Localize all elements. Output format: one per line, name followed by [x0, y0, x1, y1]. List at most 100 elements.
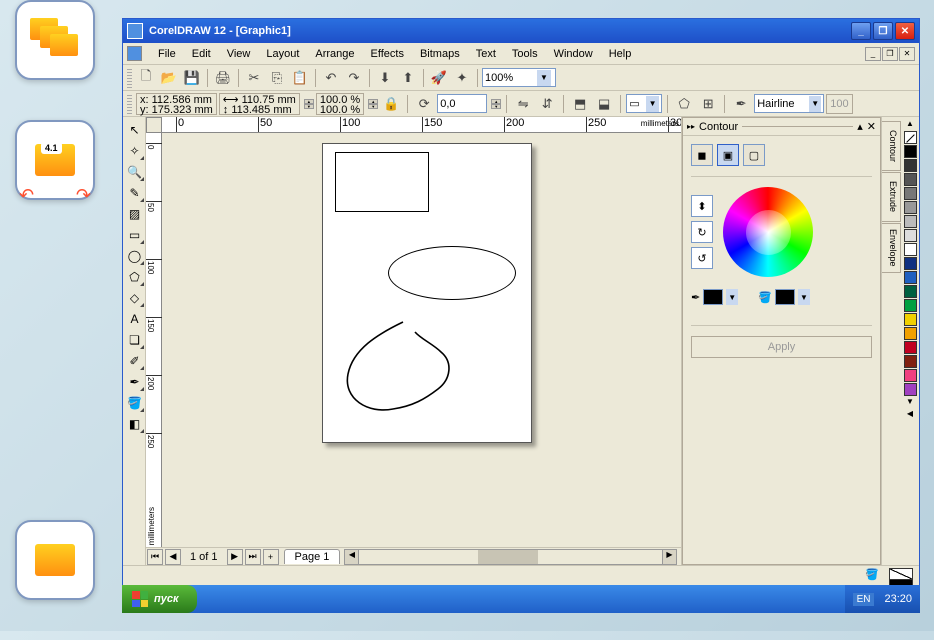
export-button[interactable]: ⬆	[397, 67, 419, 89]
basic-shapes-tool[interactable]: ◇	[124, 287, 145, 308]
palette-swatch[interactable]	[904, 201, 917, 214]
to-back-button[interactable]: ⬓	[593, 93, 615, 115]
rotate-spinner[interactable]: ▲▼	[491, 99, 501, 109]
last-page-button[interactable]: ⏭	[245, 549, 261, 565]
interactive-fill-tool[interactable]: ◧	[124, 413, 145, 434]
next-page-button[interactable]: ▶	[227, 549, 243, 565]
mdi-close-button[interactable]: ✕	[899, 47, 915, 61]
palette-down-button[interactable]: ▼	[906, 397, 914, 408]
palette-swatch[interactable]	[904, 187, 917, 200]
rectangle-tool[interactable]: ▭	[124, 224, 145, 245]
outline-dropdown-icon[interactable]: ▼	[809, 96, 821, 112]
ellipse-tool[interactable]: ◯	[124, 245, 145, 266]
zoom-input[interactable]	[485, 70, 537, 86]
copy-button[interactable]: ⎘	[266, 67, 288, 89]
color-cw-button[interactable]: ↻	[691, 221, 713, 243]
palette-swatch[interactable]	[904, 229, 917, 242]
save-button[interactable]: 💾	[181, 67, 203, 89]
contour-outside-button[interactable]: ▢	[743, 144, 765, 166]
menu-arrange[interactable]: Arrange	[307, 46, 362, 62]
pick-tool[interactable]: ↖	[124, 119, 145, 140]
docker-titlebar[interactable]: ▸▸ Contour ▴ ✕	[683, 118, 880, 136]
color-linear-button[interactable]: ⬍	[691, 195, 713, 217]
fill-tool[interactable]: 🪣	[124, 392, 145, 413]
palette-swatch[interactable]	[904, 271, 917, 284]
contour-inside-button[interactable]: ▣	[717, 144, 739, 166]
lock-ratio-button[interactable]: 🔒	[380, 93, 402, 115]
rectangle-shape[interactable]	[335, 152, 429, 212]
palette-swatch[interactable]	[904, 173, 917, 186]
outline-color-picker[interactable]: ✒ ▼	[691, 289, 738, 305]
shortcut-folders[interactable]	[15, 0, 95, 80]
undo-button[interactable]: ↶	[320, 67, 342, 89]
close-button[interactable]: ✕	[895, 22, 915, 40]
fill-color-picker[interactable]: 🪣 ▼	[758, 289, 810, 305]
prev-page-button[interactable]: ◀	[165, 549, 181, 565]
palette-swatch[interactable]	[904, 215, 917, 228]
outline-tool[interactable]: ✒	[124, 371, 145, 392]
freehand-curve-shape[interactable]	[333, 314, 473, 424]
wrap-combo[interactable]: ▭▼	[626, 94, 662, 113]
palette-flyout-button[interactable]: ◀	[907, 409, 913, 420]
shortcut-lesson[interactable]: 4.1 ↶ ↷	[15, 120, 95, 200]
apply-button[interactable]: Apply	[691, 336, 872, 358]
first-page-button[interactable]: ⏮	[147, 549, 163, 565]
menu-bitmaps[interactable]: Bitmaps	[412, 46, 468, 62]
menu-edit[interactable]: Edit	[184, 46, 219, 62]
palette-swatch[interactable]	[904, 313, 917, 326]
menu-layout[interactable]: Layout	[258, 46, 307, 62]
size-spinner[interactable]: ▲▼	[304, 99, 314, 109]
palette-swatch[interactable]	[904, 299, 917, 312]
page-tab[interactable]: Page 1	[284, 549, 341, 564]
menu-file[interactable]: File	[150, 46, 184, 62]
blend-tool[interactable]: ❏	[124, 329, 145, 350]
to-front-button[interactable]: ⬒	[569, 93, 591, 115]
add-page-button[interactable]: +	[263, 549, 279, 565]
h-scrollbar[interactable]: ◀ ▶	[344, 549, 677, 565]
scroll-left-button[interactable]: ◀	[345, 550, 359, 564]
zoom-dropdown-icon[interactable]: ▼	[537, 70, 551, 86]
palette-swatch[interactable]	[904, 341, 917, 354]
palette-swatch[interactable]	[904, 243, 917, 256]
print-button[interactable]: 🖨	[212, 67, 234, 89]
scale-display[interactable]: 100.0 % 100.0 %	[316, 93, 364, 115]
color-wheel[interactable]	[723, 187, 813, 277]
menu-window[interactable]: Window	[546, 46, 601, 62]
menu-view[interactable]: View	[219, 46, 259, 62]
docker-collapse-button[interactable]: ▴	[857, 120, 863, 133]
color-ccw-button[interactable]: ↺	[691, 247, 713, 269]
cut-button[interactable]: ✂	[243, 67, 265, 89]
scroll-right-button[interactable]: ▶	[662, 550, 676, 564]
menu-help[interactable]: Help	[601, 46, 640, 62]
app-launcher-button[interactable]: 🚀	[428, 67, 450, 89]
corel-online-button[interactable]: ✦	[451, 67, 473, 89]
scroll-thumb[interactable]	[478, 550, 538, 564]
convert-curves-button[interactable]: ⬠	[673, 93, 695, 115]
mdi-icon[interactable]	[127, 46, 142, 61]
import-button[interactable]: ⬇	[374, 67, 396, 89]
canvas-viewport[interactable]	[162, 133, 681, 547]
new-button[interactable]: 🗋	[135, 67, 157, 89]
clock[interactable]: 23:20	[884, 593, 912, 605]
docker-tab-extrude[interactable]: Extrude	[882, 172, 901, 222]
scale-spinner[interactable]: ▲▼	[368, 99, 378, 109]
ruler-vertical[interactable]: millimeters 050100150200250	[146, 133, 162, 547]
mdi-minimize-button[interactable]: _	[865, 47, 881, 61]
text-tool[interactable]: A	[124, 308, 145, 329]
contour-to-center-button[interactable]: ◼	[691, 144, 713, 166]
palette-up-button[interactable]: ▲	[906, 119, 914, 130]
docker-tab-envelope[interactable]: Envelope	[882, 223, 901, 273]
palette-swatch[interactable]	[904, 145, 917, 158]
ruler-horizontal[interactable]: millimeters 050100150200250300	[146, 117, 681, 133]
palette-swatch[interactable]	[904, 369, 917, 382]
start-button[interactable]: пуск	[122, 585, 197, 613]
ellipse-shape[interactable]	[388, 246, 516, 300]
status-fill-icon[interactable]: 🪣	[865, 568, 879, 581]
docker-close-button[interactable]: ✕	[867, 120, 876, 133]
palette-swatch[interactable]	[904, 355, 917, 368]
zoom-combo[interactable]: ▼	[482, 68, 556, 87]
palette-swatch[interactable]	[904, 159, 917, 172]
smart-draw-tool[interactable]: ▨	[124, 203, 145, 224]
menu-tools[interactable]: Tools	[504, 46, 546, 62]
menu-effects[interactable]: Effects	[363, 46, 412, 62]
